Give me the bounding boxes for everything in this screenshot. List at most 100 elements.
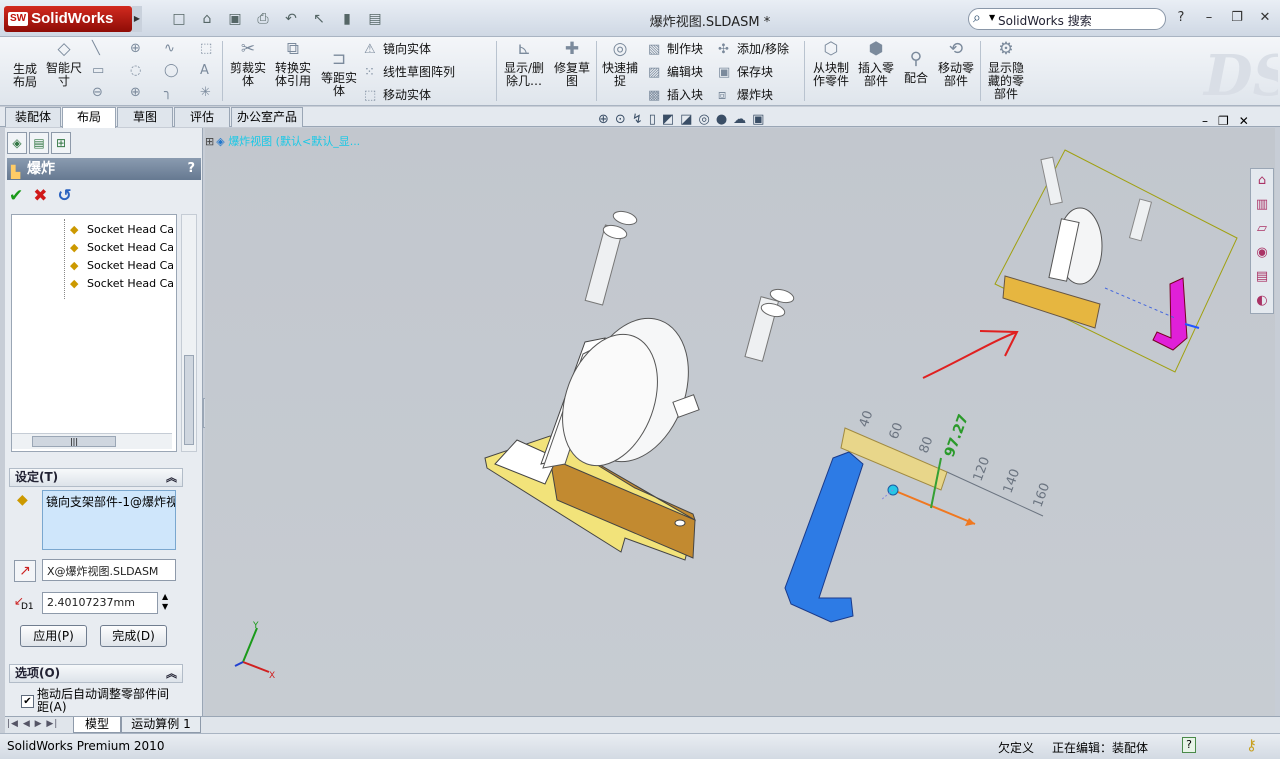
- explode-block-button[interactable]: ⧈ 爆炸块: [718, 86, 773, 103]
- layout-button[interactable]: 生成 布局: [8, 63, 42, 89]
- scroll-thumb[interactable]: [184, 355, 194, 445]
- file-explorer-icon[interactable]: ▱: [1251, 217, 1273, 241]
- section-view-icon[interactable]: ▯: [649, 112, 656, 127]
- tab-assembly[interactable]: 装配体: [5, 107, 61, 127]
- edit-appearance-icon[interactable]: ●: [716, 112, 727, 127]
- tree-item[interactable]: ◆ Socket Head Ca: [70, 259, 174, 272]
- make-block-button[interactable]: ▧ 制作块: [648, 40, 703, 57]
- graphics-area[interactable]: ⊞ ◈ 爆炸视图 (默认<默认_显... 40 60 80 97.27 120 …: [205, 128, 1275, 716]
- help-icon[interactable]: ?: [1172, 9, 1190, 27]
- circle-tool-icon[interactable]: ⊕: [130, 41, 149, 56]
- tab-layout[interactable]: 布局: [62, 107, 116, 128]
- linear-pattern-button[interactable]: ⁙ 线性草图阵列: [364, 63, 455, 80]
- trim-button[interactable]: ✂ 剪裁实 体: [228, 39, 268, 88]
- horizontal-scrollbar[interactable]: |||: [12, 433, 172, 449]
- window-controls: ? – ❐ ✕: [1172, 9, 1274, 27]
- polygon-tool-icon[interactable]: ⊕: [130, 85, 149, 100]
- status-help-button[interactable]: ?: [1182, 737, 1196, 753]
- mate-button[interactable]: ⚲ 配合: [900, 49, 932, 85]
- auto-space-checkbox[interactable]: ✔: [21, 695, 34, 708]
- ok-check-icon[interactable]: ✔: [9, 186, 23, 206]
- appearances-icon[interactable]: ◐: [1251, 289, 1273, 313]
- property-manager-tab-icon[interactable]: ▤: [29, 132, 49, 154]
- rebuild-status-icon[interactable]: ⚷: [1246, 736, 1257, 754]
- part-icon: ◆: [70, 223, 79, 236]
- direction-field[interactable]: X@爆炸视图.SLDASM: [42, 559, 176, 581]
- view-settings-icon[interactable]: ▣: [752, 112, 764, 127]
- restore-icon[interactable]: ❐: [1228, 9, 1246, 27]
- tab-model[interactable]: 模型: [73, 717, 121, 733]
- move-entities-button[interactable]: ⬚ 移动实体: [364, 86, 431, 103]
- reverse-direction-icon[interactable]: ↗: [14, 560, 36, 582]
- line-tool-icon[interactable]: ╲: [92, 41, 111, 56]
- previous-view-icon[interactable]: ↯: [632, 112, 643, 127]
- offset-entities-button[interactable]: ⊐ 等距实 体: [318, 49, 360, 98]
- search-box[interactable]: ⌕ ▼ SolidWorks 搜索: [968, 8, 1166, 30]
- quick-snaps-button[interactable]: ◎ 快速捕 捉: [600, 39, 640, 88]
- vertical-scrollbar[interactable]: [181, 214, 197, 452]
- home-icon[interactable]: ⌂: [1251, 169, 1273, 193]
- options-section-header[interactable]: 选项(O) ︽: [9, 664, 183, 683]
- hide-show-icon[interactable]: ◎: [698, 112, 709, 127]
- tree-item[interactable]: ◆ Socket Head Ca: [70, 277, 174, 290]
- undo-icon[interactable]: ↺: [58, 186, 72, 206]
- display-relations-button[interactable]: ⊾ 显示/删 除几…: [500, 39, 548, 88]
- convert-entities-button[interactable]: ⧉ 转换实 体引用: [272, 39, 314, 88]
- centerline-tool-icon[interactable]: ⬚: [200, 41, 219, 56]
- edit-block-button[interactable]: ▨ 编辑块: [648, 63, 703, 80]
- view-palette-icon[interactable]: ▤: [1251, 265, 1273, 289]
- minimize-icon[interactable]: –: [1200, 9, 1218, 27]
- insert-component-button[interactable]: ⬢ 插入零 部件: [856, 39, 896, 88]
- point-tool-icon[interactable]: ✳: [200, 85, 219, 100]
- arc-tool-icon[interactable]: ◌: [130, 63, 149, 78]
- close-icon[interactable]: ✕: [1256, 9, 1274, 27]
- make-part-from-block-button[interactable]: ⬡ 从块制 作零件: [808, 39, 854, 88]
- zoom-to-fit-icon[interactable]: ⊕: [598, 112, 609, 127]
- collapse-chevron-icon[interactable]: ︽: [166, 469, 177, 486]
- show-hidden-components-button[interactable]: ⚙ 显示隐 藏的零 部件: [984, 39, 1028, 101]
- slot-tool-icon[interactable]: ⊖: [92, 85, 111, 100]
- tree-item[interactable]: ◆ Socket Head Ca: [70, 241, 174, 254]
- apply-button[interactable]: 应用(P): [20, 625, 87, 647]
- display-style-icon[interactable]: ◪: [680, 112, 692, 127]
- tree-item[interactable]: ◆ Socket Head Ca: [70, 223, 174, 236]
- collapse-chevron-icon[interactable]: ︽: [166, 665, 177, 682]
- zoom-to-area-icon[interactable]: ⊙: [615, 112, 626, 127]
- chevron-down-icon[interactable]: ▼: [989, 13, 995, 22]
- tab-evaluate[interactable]: 评估: [174, 107, 230, 127]
- mirror-entities-button[interactable]: ⚠ 镜向实体: [364, 40, 431, 57]
- distance-input[interactable]: 2.40107237mm: [42, 592, 158, 614]
- distance-spinner[interactable]: ▲ ▼: [162, 592, 168, 612]
- rectangle-tool-icon[interactable]: ▭: [92, 63, 111, 78]
- ellipse-tool-icon[interactable]: ◯: [164, 63, 183, 78]
- tab-office-products[interactable]: 办公室产品: [231, 107, 303, 127]
- feature-manager-tab-icon[interactable]: ◈: [7, 132, 27, 154]
- insert-block-button[interactable]: ▩ 插入块: [648, 86, 703, 103]
- viewport-restore-icon[interactable]: ❐: [1218, 114, 1229, 128]
- move-component-button[interactable]: ⟲ 移动零 部件: [936, 39, 976, 88]
- done-button[interactable]: 完成(D): [100, 625, 167, 647]
- spline-tool-icon[interactable]: ∿: [164, 41, 183, 56]
- add-remove-button[interactable]: ✣ 添加/移除: [718, 40, 789, 57]
- viewport-close-icon[interactable]: ✕: [1239, 114, 1249, 128]
- scroll-thumb[interactable]: |||: [32, 436, 116, 447]
- scenes-icon[interactable]: ☁: [733, 112, 746, 127]
- configuration-manager-tab-icon[interactable]: ⊞: [51, 132, 71, 154]
- tab-motion-study[interactable]: 运动算例 1: [121, 717, 201, 733]
- search-results-icon[interactable]: ◉: [1251, 241, 1273, 265]
- panel-help-button[interactable]: ?: [187, 158, 195, 180]
- fillet-tool-icon[interactable]: ╮: [164, 85, 183, 100]
- view-orientation-icon[interactable]: ◩: [662, 112, 674, 127]
- search-input[interactable]: SolidWorks 搜索: [998, 12, 1092, 29]
- repair-sketch-button[interactable]: ✚ 修复草 图: [552, 39, 592, 88]
- save-block-button[interactable]: ▣ 保存块: [718, 63, 773, 80]
- text-tool-icon[interactable]: A: [200, 63, 219, 78]
- component-selection-box[interactable]: 镜向支架部件-1@爆炸视: [42, 490, 176, 550]
- viewport-minimize-icon[interactable]: –: [1202, 114, 1208, 128]
- tab-sketch[interactable]: 草图: [117, 107, 173, 127]
- tab-navigation-icons[interactable]: |◀ ◀ ▶ ▶|: [7, 719, 58, 729]
- smart-dimension-button[interactable]: ◇ 智能尺 寸: [44, 39, 84, 88]
- cancel-x-icon[interactable]: ✖: [33, 186, 47, 206]
- settings-section-header[interactable]: 设定(T) ︽: [9, 468, 183, 487]
- design-library-icon[interactable]: ▥: [1251, 193, 1273, 217]
